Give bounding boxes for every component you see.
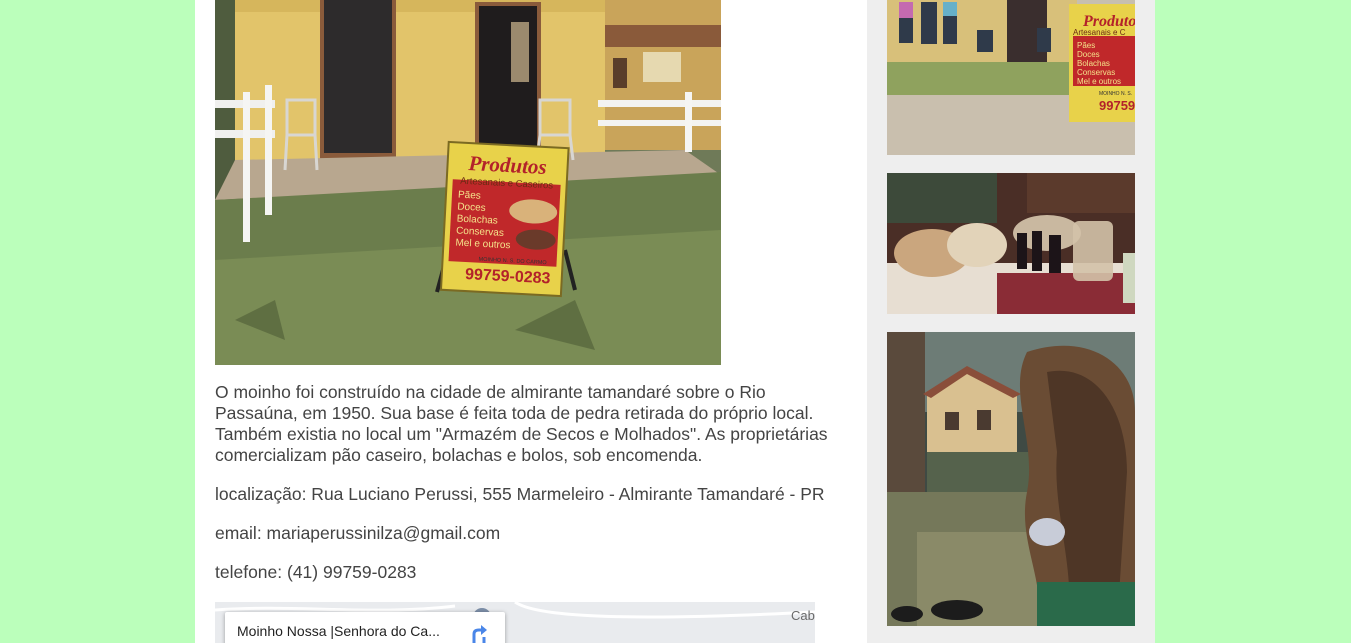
sidebar-photo-house[interactable] [887, 332, 1135, 626]
post-body: Produtos Artesanais e Caseiros Pães Doce… [215, 0, 847, 643]
post-phone: telefone: (41) 99759-0283 [215, 562, 417, 582]
sidebar-photo-products[interactable] [887, 173, 1135, 314]
post-paragraph: O moinho foi construído na cidade de alm… [215, 382, 828, 465]
post-email: email: mariaperussinilza@gmail.com [215, 523, 501, 543]
post-location: localização: Rua Luciano Perussi, 555 Ma… [215, 484, 825, 504]
directions-icon[interactable] [468, 622, 490, 643]
sidebar-sign-item: Pães [1077, 41, 1095, 50]
sidebar-sign-footer: MOINHO N. S. [1099, 91, 1132, 97]
map-place-name: Moinho Nossa |Senhora do Ca... [237, 623, 440, 639]
sidebar-sign-item: Bolachas [1077, 59, 1110, 68]
sidebar: Produtos Artesanais e C Pães Doces Bolac… [867, 0, 1155, 643]
page-container: Produtos Artesanais e Caseiros Pães Doce… [195, 0, 1155, 643]
sidebar-sign-subtitle: Artesanais e C [1073, 28, 1126, 37]
sign-title: Produtos [467, 151, 547, 179]
sidebar-sign-item: Doces [1077, 50, 1100, 59]
article-text: O moinho foi construído na cidade de alm… [215, 382, 847, 601]
mill-shop-photo[interactable]: Produtos Artesanais e Caseiros Pães Doce… [215, 0, 721, 365]
map-town-label: Cab [791, 608, 815, 623]
sign-item: Bolachas [456, 213, 498, 226]
sidebar-sign-phone: 99759 [1099, 98, 1135, 113]
sidebar-sign-item: Mel e outros [1077, 77, 1121, 86]
sign-item: Pães [458, 190, 481, 202]
embedded-map[interactable]: Moinho Nossa |Senhora do Ca... Cab [215, 602, 815, 643]
sidebar-photo-cyclists[interactable]: Produtos Artesanais e C Pães Doces Bolac… [887, 0, 1135, 155]
map-place-card[interactable]: Moinho Nossa |Senhora do Ca... [225, 612, 505, 643]
sign-item: Doces [457, 202, 486, 214]
sidebar-sign-item: Conservas [1077, 68, 1115, 77]
